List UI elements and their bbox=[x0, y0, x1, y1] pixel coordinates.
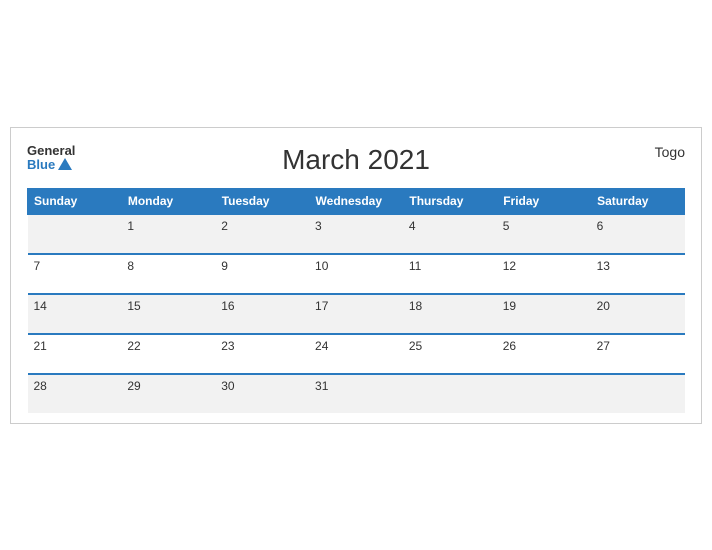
day-cell: 12 bbox=[497, 254, 591, 294]
header-monday: Monday bbox=[121, 188, 215, 214]
day-cell bbox=[497, 374, 591, 413]
day-cell bbox=[403, 374, 497, 413]
day-cell: 26 bbox=[497, 334, 591, 374]
days-header-row: Sunday Monday Tuesday Wednesday Thursday… bbox=[28, 188, 685, 214]
day-cell: 9 bbox=[215, 254, 309, 294]
day-cell: 24 bbox=[309, 334, 403, 374]
day-cell: 31 bbox=[309, 374, 403, 413]
day-cell: 14 bbox=[28, 294, 122, 334]
week-row-2: 7 8 9 10 11 12 13 bbox=[28, 254, 685, 294]
day-cell: 28 bbox=[28, 374, 122, 413]
header-friday: Friday bbox=[497, 188, 591, 214]
day-cell: 13 bbox=[591, 254, 685, 294]
calendar-title: March 2021 bbox=[27, 144, 685, 176]
week-row-4: 21 22 23 24 25 26 27 bbox=[28, 334, 685, 374]
day-cell: 20 bbox=[591, 294, 685, 334]
week-row-3: 14 15 16 17 18 19 20 bbox=[28, 294, 685, 334]
day-cell: 16 bbox=[215, 294, 309, 334]
day-cell: 10 bbox=[309, 254, 403, 294]
day-cell: 25 bbox=[403, 334, 497, 374]
header-wednesday: Wednesday bbox=[309, 188, 403, 214]
week-row-5: 28 29 30 31 bbox=[28, 374, 685, 413]
header-sunday: Sunday bbox=[28, 188, 122, 214]
day-cell: 4 bbox=[403, 214, 497, 254]
brand-general-text: General bbox=[27, 144, 75, 158]
day-cell: 8 bbox=[121, 254, 215, 294]
day-cell bbox=[28, 214, 122, 254]
calendar-header: General Blue March 2021 Togo bbox=[27, 144, 685, 176]
header-saturday: Saturday bbox=[591, 188, 685, 214]
calendar-table: Sunday Monday Tuesday Wednesday Thursday… bbox=[27, 188, 685, 413]
day-cell: 1 bbox=[121, 214, 215, 254]
day-cell: 30 bbox=[215, 374, 309, 413]
brand-triangle-icon bbox=[58, 158, 72, 170]
day-cell: 18 bbox=[403, 294, 497, 334]
week-row-1: 1 2 3 4 5 6 bbox=[28, 214, 685, 254]
day-cell: 3 bbox=[309, 214, 403, 254]
day-cell: 27 bbox=[591, 334, 685, 374]
day-cell: 7 bbox=[28, 254, 122, 294]
calendar-container: General Blue March 2021 Togo Sunday Mond… bbox=[10, 127, 702, 424]
day-cell bbox=[591, 374, 685, 413]
brand-logo: General Blue bbox=[27, 144, 75, 173]
brand-blue-text: Blue bbox=[27, 158, 72, 172]
day-cell: 11 bbox=[403, 254, 497, 294]
day-cell: 21 bbox=[28, 334, 122, 374]
day-cell: 5 bbox=[497, 214, 591, 254]
header-thursday: Thursday bbox=[403, 188, 497, 214]
day-cell: 19 bbox=[497, 294, 591, 334]
day-cell: 23 bbox=[215, 334, 309, 374]
day-cell: 22 bbox=[121, 334, 215, 374]
day-cell: 29 bbox=[121, 374, 215, 413]
header-tuesday: Tuesday bbox=[215, 188, 309, 214]
day-cell: 2 bbox=[215, 214, 309, 254]
day-cell: 17 bbox=[309, 294, 403, 334]
day-cell: 15 bbox=[121, 294, 215, 334]
day-cell: 6 bbox=[591, 214, 685, 254]
country-label: Togo bbox=[655, 144, 685, 160]
